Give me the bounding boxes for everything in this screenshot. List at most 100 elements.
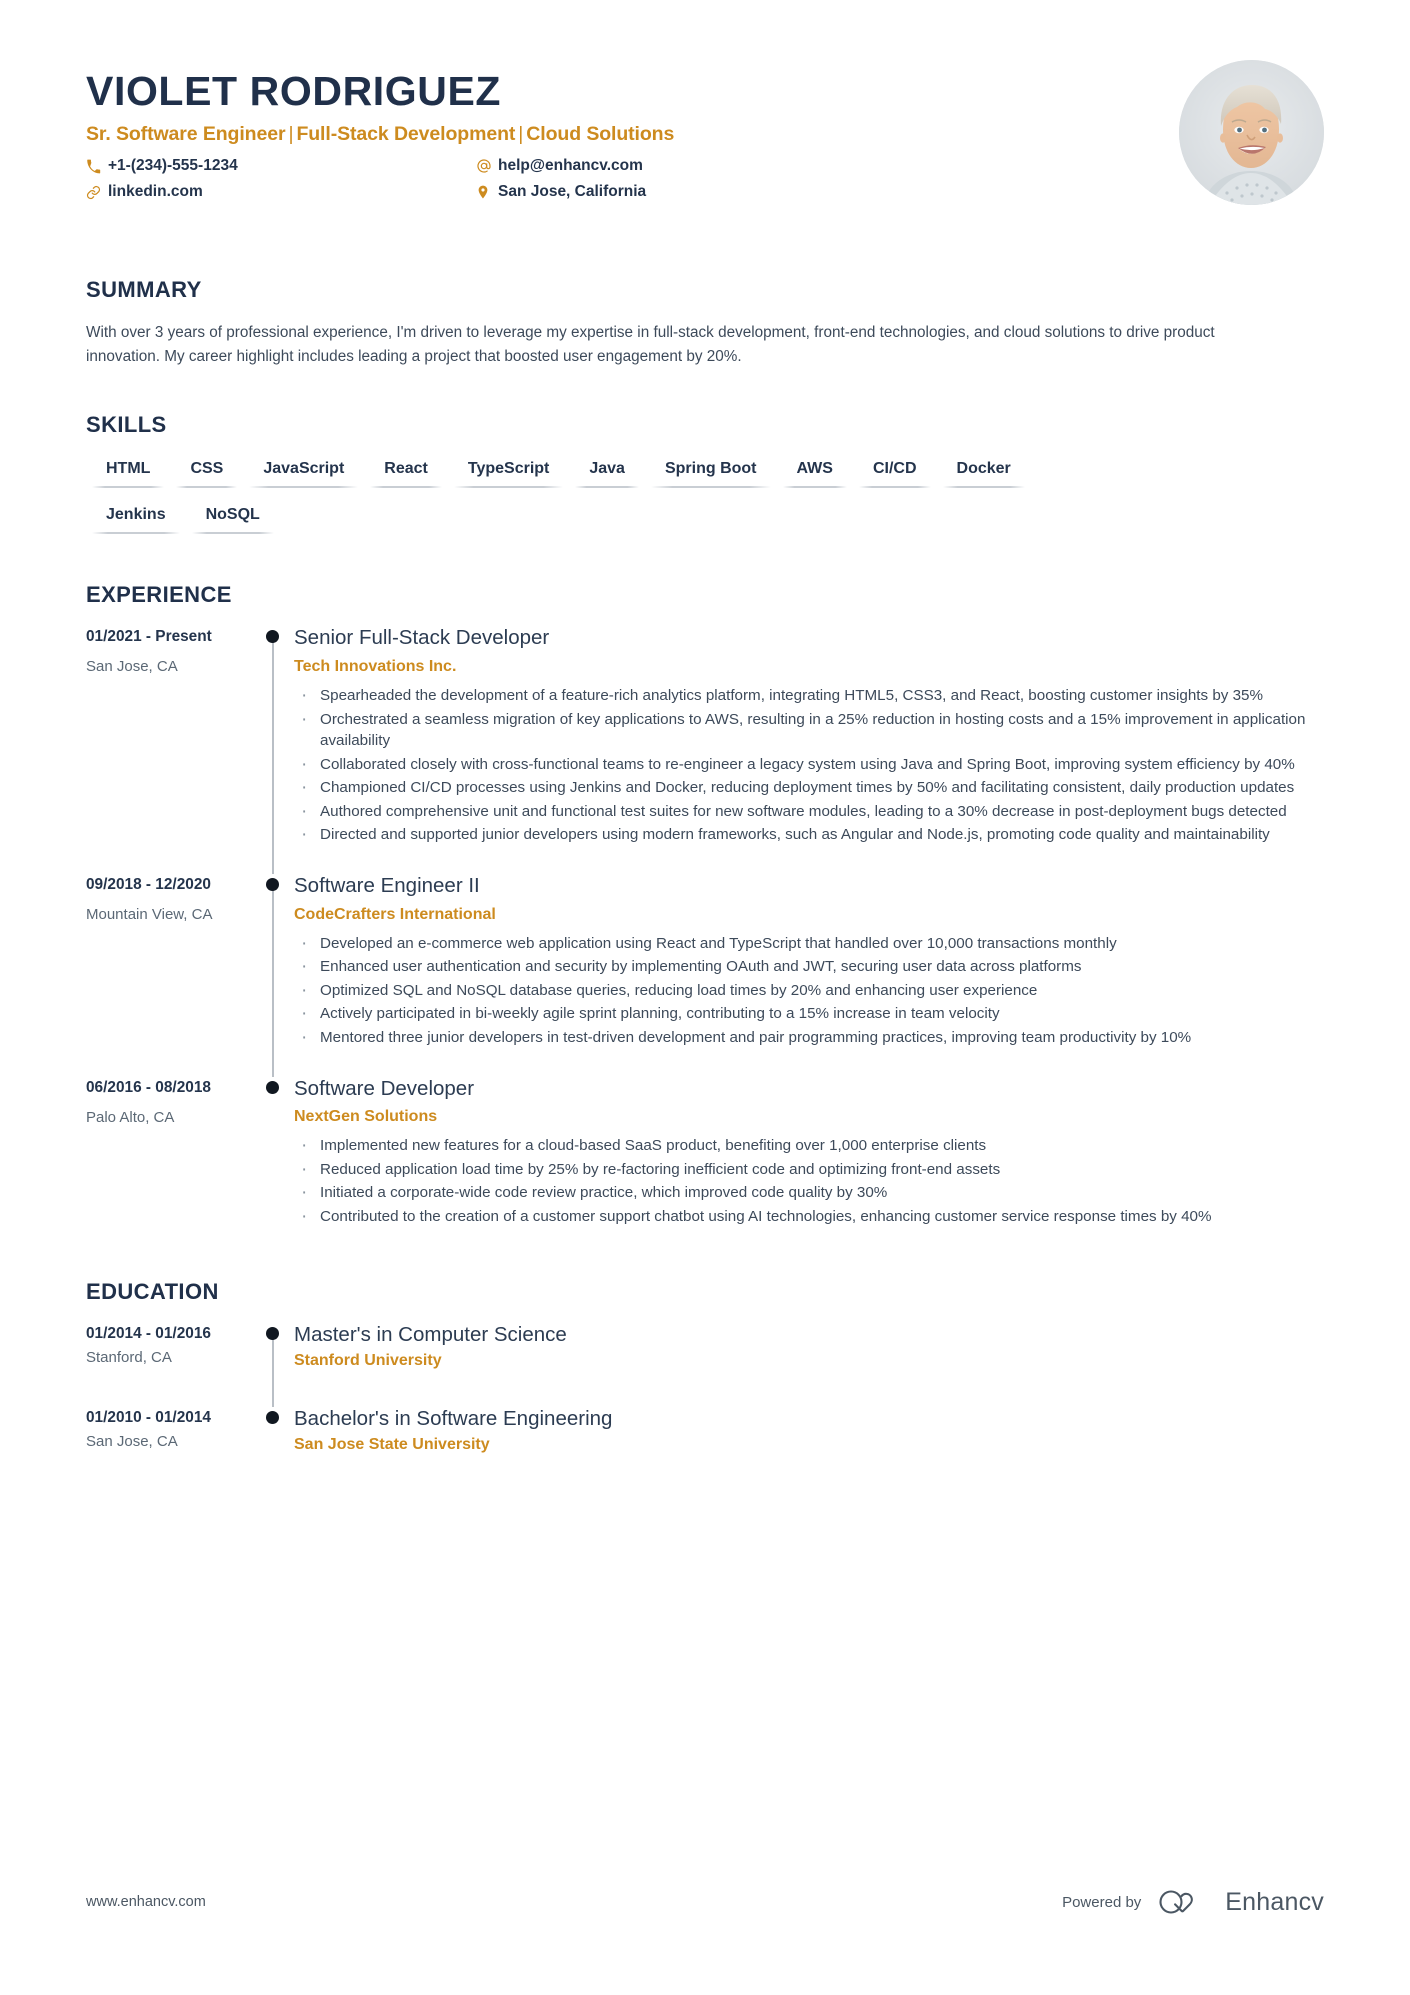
experience-list: 01/2021 - Present San Jose, CA Senior Full…: [86, 626, 1324, 1255]
skill-tag: NoSQL: [186, 502, 280, 535]
headline-separator: |: [518, 123, 524, 146]
achievement-item: Directed and supported junior developers…: [294, 823, 1320, 849]
timeline-rail: [252, 1407, 294, 1491]
contact-phone-value: +1-(234)-555-1234: [108, 157, 238, 175]
headline-separator: |: [288, 123, 294, 146]
education-entry: 01/2010 - 01/2014 San Jose, CA Bachelor's …: [86, 1407, 1324, 1491]
at-icon: [476, 158, 498, 174]
entry-date: 01/2010 - 01/2014: [86, 1409, 211, 1427]
link-icon: [86, 185, 108, 200]
skill-tag: TypeScript: [448, 456, 570, 489]
timeline-rail: [252, 874, 294, 1077]
headline-part-1: Sr. Software Engineer: [86, 123, 286, 146]
contact-link[interactable]: linkedin.com: [86, 183, 476, 201]
entry-meta: 06/2016 - 08/2018 Palo Alto, CA: [86, 1077, 252, 1256]
experience-entry: 06/2016 - 08/2018 Palo Alto, CA Software D…: [86, 1077, 1324, 1256]
contact-link-value: linkedin.com: [108, 183, 203, 201]
entry-body: Software Developer NextGen Solutions Imple…: [294, 1077, 1324, 1256]
experience-heading: EXPERIENCE: [86, 582, 232, 608]
entry-date: 01/2014 - 01/2016: [86, 1325, 211, 1343]
timeline-line: [272, 1335, 274, 1408]
headline-part-3: Cloud Solutions: [526, 123, 675, 146]
entry-location: San Jose, CA: [86, 1433, 178, 1451]
entry-date: 09/2018 - 12/2020: [86, 876, 211, 894]
skills-row: Jenkins NoSQL: [86, 502, 1324, 535]
achievement-item: Mentored three junior developers in test…: [294, 1025, 1320, 1051]
achievement-item: Spearheaded the development of a feature…: [294, 683, 1320, 709]
skill-tag: JavaScript: [243, 456, 364, 489]
contact-location[interactable]: San Jose, California: [476, 183, 1324, 201]
entry-body: Bachelor's in Software Engineering San Jo…: [294, 1407, 1324, 1491]
entry-meta: 01/2021 - Present San Jose, CA: [86, 626, 252, 874]
education-entry: 01/2014 - 01/2016 Stanford, CA Master's in…: [86, 1323, 1324, 1408]
experience-entry: 09/2018 - 12/2020 Mountain View, CA Softwa…: [86, 874, 1324, 1077]
enhancv-logo: Enhancv: [1157, 1887, 1324, 1917]
timeline-rail: [252, 1077, 294, 1256]
achievement-item: Developed an e-commerce web application …: [294, 931, 1320, 957]
company-name: NextGen Solutions: [294, 1108, 438, 1126]
resume-header: VIOLET RODRIGUEZ Sr. Software Engineer | F…: [86, 0, 1324, 235]
entry-meta: 09/2018 - 12/2020 Mountain View, CA: [86, 874, 252, 1076]
entry-location: Palo Alto, CA: [86, 1108, 175, 1126]
achievement-item: Initiated a corporate-wide code review p…: [294, 1180, 1320, 1206]
company-name: CodeCrafters International: [294, 905, 496, 923]
achievement-item: Reduced application load time by 25% by …: [294, 1157, 1320, 1183]
skills-section: SKILLS HTML CSS JavaScript React TypeScript J…: [86, 412, 1324, 535]
job-title: Software Developer: [294, 1076, 475, 1100]
institution-name: Stanford University: [294, 1352, 442, 1370]
contact-email-value: help@enhancv.com: [498, 157, 643, 175]
powered-by-label: Powered by: [1062, 1893, 1142, 1911]
entry-meta: 01/2010 - 01/2014 San Jose, CA: [86, 1407, 252, 1491]
education-section: EDUCATION 01/2014 - 01/2016 Stanford, CA M…: [86, 1279, 1324, 1490]
skills-heading: SKILLS: [86, 412, 167, 438]
skills-list: HTML CSS JavaScript React TypeScript Java Spri…: [86, 456, 1324, 535]
entry-location: Stanford, CA: [86, 1349, 172, 1367]
contact-details: +1-(234)-555-1234 help@enhancv.com linke…: [86, 157, 1324, 201]
timeline-dot: [266, 1080, 279, 1094]
achievement-item: Contributed to the creation of a custome…: [294, 1204, 1320, 1230]
page-title: VIOLET RODRIGUEZ: [86, 68, 502, 114]
timeline-line: [272, 886, 274, 1077]
achievement-item: Actively participated in bi-weekly agile…: [294, 1001, 1320, 1027]
entry-body: Master's in Computer Science Stanford Uni…: [294, 1323, 1324, 1407]
timeline-rail: [252, 626, 294, 875]
footer-website-url[interactable]: www.enhancv.com: [86, 1894, 206, 1910]
achievement-list: Developed an e-commerce web application …: [294, 931, 1324, 1052]
entry-meta: 01/2014 - 01/2016 Stanford, CA: [86, 1323, 252, 1407]
achievement-item: Championed CI/CD processes using Jenkins…: [294, 775, 1320, 801]
degree-title: Bachelor's in Software Engineering: [294, 1407, 613, 1431]
summary-text: With over 3 years of professional experi…: [86, 324, 1215, 365]
summary-section: SUMMARY With over 3 years of professiona…: [86, 277, 1324, 368]
location-pin-icon: [476, 185, 498, 199]
skill-tag: React: [364, 456, 448, 489]
achievement-list: Spearheaded the development of a feature…: [294, 683, 1324, 849]
timeline-dot: [266, 1327, 279, 1341]
skill-tag: CSS: [170, 456, 243, 489]
timeline-dot: [266, 1411, 279, 1425]
skill-tag: Jenkins: [86, 502, 186, 535]
headline-part-2: Full-Stack Development: [296, 123, 516, 146]
timeline-dot: [266, 630, 279, 644]
phone-icon: [86, 159, 108, 174]
contact-location-value: San Jose, California: [498, 183, 647, 201]
institution-name: San Jose State University: [294, 1435, 490, 1453]
footer-branding: Powered by Enhancv: [1062, 1887, 1324, 1917]
skill-tag: AWS: [777, 456, 853, 489]
skill-tag: Spring Boot: [645, 456, 777, 489]
summary-heading: SUMMARY: [86, 277, 202, 302]
enhancv-mark-icon: [1159, 1890, 1194, 1914]
job-title: Senior Full-Stack Developer: [294, 626, 550, 650]
achievement-item: Orchestrated a seamless migration of key…: [294, 707, 1320, 752]
skill-tag: CI/CD: [853, 456, 937, 489]
degree-title: Master's in Computer Science: [294, 1323, 567, 1347]
enhancv-wordmark: Enhancv: [1225, 1887, 1324, 1916]
achievement-item: Authored comprehensive unit and function…: [294, 799, 1320, 825]
company-name: Tech Innovations Inc.: [294, 658, 457, 675]
skill-tag: HTML: [86, 456, 170, 489]
contact-phone[interactable]: +1-(234)-555-1234: [86, 157, 476, 175]
achievement-list: Implemented new features for a cloud-bas…: [294, 1133, 1324, 1230]
resume-page: VIOLET RODRIGUEZ Sr. Software Engineer | F…: [0, 0, 1410, 1995]
entry-body: Senior Full-Stack Developer Tech Innovati…: [294, 626, 1324, 874]
timeline-rail: [252, 1323, 294, 1408]
timeline-dot: [266, 878, 279, 892]
